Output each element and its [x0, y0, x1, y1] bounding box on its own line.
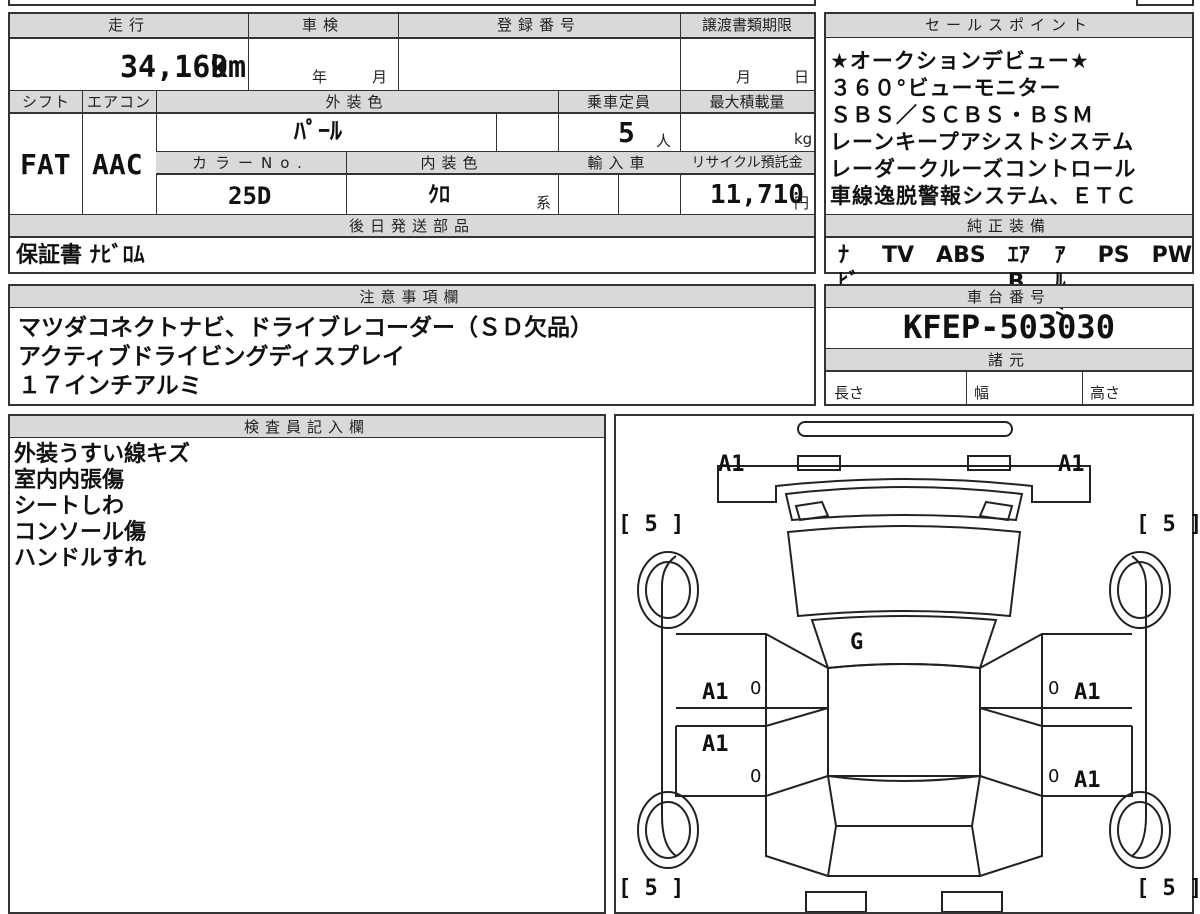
- shift-value: FAT: [20, 148, 71, 181]
- chassis-box: 車台番号 KFEP-503030 諸元 長さ 幅 高さ: [824, 284, 1194, 406]
- spec-length: 長さ: [834, 384, 865, 402]
- sales-points-header: セールスポイント: [826, 14, 1192, 38]
- sales-point-item: レーダークルーズコントロール: [830, 157, 1137, 181]
- inspector-line: 外装うすい線キズ: [14, 442, 191, 467]
- pillar-fr-label: 0: [1048, 678, 1060, 699]
- sales-point-item: レーンキープアシストシステム: [830, 130, 1135, 154]
- inspector-line: 室内内張傷: [14, 468, 125, 493]
- transfer-header: 譲渡書類期限: [680, 14, 814, 38]
- front-left-label: A1: [718, 452, 745, 477]
- car-diagram: [637, 421, 1171, 912]
- sales-point-item: ＳＢＳ／ＳＣＢＳ・ＢＳＭ: [830, 103, 1094, 127]
- note-line: マツダコネクトナビ、ドライブレコーダー（ＳＤ欠品）: [18, 315, 593, 341]
- equipment-header: 純正装備: [826, 215, 1192, 237]
- capacity-header: 乗車定員: [558, 91, 680, 113]
- interior-unit: 系: [536, 194, 552, 212]
- recycle-value: 11,710: [710, 180, 804, 210]
- mileage-unit: km: [210, 50, 247, 85]
- inspector-box: 検査員記入欄 外装うすい線キズ 室内内張傷 シートしわ コンソール傷 ハンドルすれ: [8, 414, 606, 914]
- sales-point-item: ３６０°ビューモニター: [830, 76, 1062, 100]
- later-parts-value: 保証書 ﾅﾋﾞﾛﾑ: [16, 243, 145, 268]
- tire-label-bl: [ 5 ]: [618, 876, 685, 901]
- tire-label-br: [ 5 ]: [1136, 876, 1200, 901]
- spec-height: 高さ: [1090, 384, 1121, 402]
- chassis-header: 車台番号: [826, 286, 1192, 308]
- inspector-line: シートしわ: [14, 494, 125, 519]
- note-line: １７インチアルミ: [18, 373, 202, 399]
- inspector-header: 検査員記入欄: [10, 416, 604, 438]
- recycle-header: リサイクル預託金: [680, 152, 814, 174]
- sales-point-item: ★オークションデビュー★: [830, 49, 1090, 73]
- transfer-day-unit: 日: [794, 68, 810, 86]
- capacity-value: 5: [618, 116, 635, 149]
- color-no-header: カラーNo.: [156, 152, 346, 174]
- recycle-unit: 円: [794, 194, 810, 212]
- inspector-list: 外装うすい線キズ 室内内張傷 シートしわ コンソール傷 ハンドルすれ: [14, 442, 190, 572]
- sales-points-box: セールスポイント ★オークションデビュー★ ３６０°ビューモニター ＳＢＳ／ＳＣＢＳ…: [824, 12, 1194, 322]
- tire-label-tl: [ 5 ]: [618, 512, 685, 537]
- exterior-value: ﾊﾟｰﾙ: [294, 117, 342, 145]
- door-rr-label: A1: [1074, 768, 1101, 793]
- mileage-header: 走行: [10, 14, 248, 38]
- pillar-fl-label: 0: [750, 678, 762, 699]
- max-load-unit: kg: [794, 130, 813, 148]
- inspector-line: ハンドルすれ: [14, 546, 147, 571]
- front-right-label: A1: [1058, 452, 1085, 477]
- notes-box: 注意事項欄 マツダコネクトナビ、ドライブレコーダー（ＳＤ欠品） アクティブドライビ…: [8, 284, 816, 406]
- later-parts-header: 後日発送部品: [10, 215, 814, 237]
- sales-point-item: 車線逸脱警報システム、ＥＴＣ: [830, 184, 1138, 208]
- note-line: アクティブドライビングディスプレイ: [18, 344, 405, 370]
- sales-points-list: ★オークションデビュー★ ３６０°ビューモニター ＳＢＳ／ＳＣＢＳ・ＢＳＭ レーンキー…: [830, 48, 1137, 210]
- max-load-header: 最大積載量: [680, 91, 814, 113]
- transfer-month-unit: 月: [736, 68, 752, 86]
- door-fl-label: A1: [702, 680, 729, 705]
- notes-list: マツダコネクトナビ、ドライブレコーダー（ＳＤ欠品） アクティブドライビングディスプ…: [18, 314, 593, 401]
- top-strip-right: [1136, 0, 1194, 6]
- aircon-header: エアコン: [82, 91, 156, 113]
- spec-width: 幅: [974, 384, 990, 402]
- shift-header: シフト: [10, 91, 82, 113]
- door-rl-label: A1: [702, 732, 729, 757]
- interior-header: 内装色: [346, 152, 558, 174]
- top-strip: [8, 0, 816, 6]
- tire-label-tr: [ 5 ]: [1136, 512, 1200, 537]
- aircon-value: AAC: [92, 148, 143, 181]
- registration-header: 登録番号: [398, 14, 680, 38]
- door-fr-label: A1: [1074, 680, 1101, 705]
- inspection-year-unit: 年: [312, 68, 328, 86]
- pillar-rr-label: 0: [1048, 766, 1060, 787]
- interior-value: ｸﾛ: [428, 183, 451, 208]
- vehicle-spec-table: 走行 車検 登録番号 譲渡書類期限 34,169 km 年 月 月 日 シフト …: [8, 12, 816, 274]
- inspector-line: コンソール傷: [14, 520, 147, 545]
- chassis-number: KFEP-503030: [903, 308, 1115, 346]
- inspection-header: 車検: [248, 14, 398, 38]
- inspection-month-unit: 月: [372, 68, 388, 86]
- notes-header: 注意事項欄: [10, 286, 814, 308]
- capacity-unit: 人: [656, 132, 672, 150]
- color-no-value: 25D: [228, 182, 272, 210]
- specs-header: 諸元: [826, 349, 1192, 371]
- exterior-header: 外装色: [156, 91, 558, 113]
- import-header: 輸入車: [558, 152, 680, 174]
- pillar-rl-label: 0: [750, 766, 762, 787]
- windshield-label: G: [850, 630, 864, 655]
- car-diagram-box: [ 5 ] [ 5 ] [ 5 ] [ 5 ] A1 A1 G A1 A1 A1…: [614, 414, 1200, 914]
